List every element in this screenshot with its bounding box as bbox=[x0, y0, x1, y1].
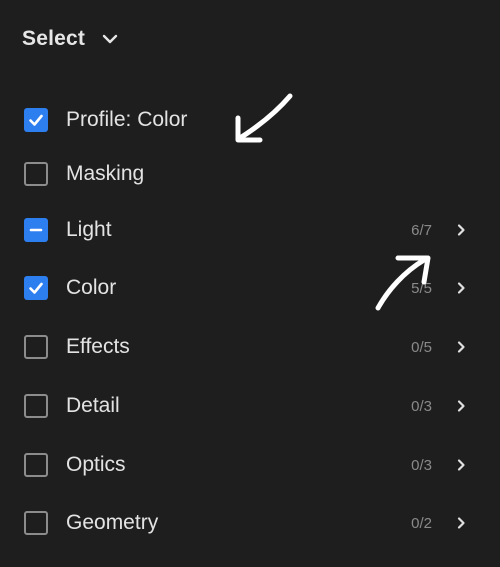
checkbox-unchecked[interactable] bbox=[24, 394, 48, 418]
chevron-right-icon[interactable] bbox=[454, 458, 468, 472]
item-label: Masking bbox=[66, 162, 145, 185]
item-label: Color bbox=[66, 276, 117, 299]
list-item-detail[interactable]: Detail 0/3 bbox=[0, 378, 500, 434]
list-item-light[interactable]: Light 6/7 bbox=[0, 202, 500, 258]
item-count: 0/5 bbox=[411, 338, 432, 356]
item-count: 0/3 bbox=[411, 397, 432, 415]
chevron-right-icon[interactable] bbox=[454, 223, 468, 237]
list-item-masking[interactable]: Masking bbox=[0, 146, 500, 202]
list-item-color[interactable]: Color 5/5 bbox=[0, 260, 500, 316]
item-count: 5/5 bbox=[411, 279, 432, 297]
checkmark-icon bbox=[29, 282, 43, 294]
chevron-right-icon[interactable] bbox=[454, 516, 468, 530]
item-label: Light bbox=[66, 218, 112, 241]
chevron-right-icon[interactable] bbox=[454, 281, 468, 295]
item-label: Geometry bbox=[66, 511, 159, 534]
checkbox-checked[interactable] bbox=[24, 108, 48, 132]
select-label: Select bbox=[22, 27, 86, 50]
list-item-effects[interactable]: Effects 0/5 bbox=[0, 319, 500, 375]
chevron-right-icon[interactable] bbox=[454, 399, 468, 413]
checkbox-checked[interactable] bbox=[24, 276, 48, 300]
list-item-geometry[interactable]: Geometry 0/2 bbox=[0, 495, 500, 551]
item-count: 6/7 bbox=[411, 221, 432, 239]
dash-icon bbox=[29, 228, 43, 232]
item-count: 0/3 bbox=[411, 456, 432, 474]
checkbox-mixed[interactable] bbox=[24, 218, 48, 242]
checkbox-unchecked[interactable] bbox=[24, 511, 48, 535]
checkbox-unchecked[interactable] bbox=[24, 335, 48, 359]
select-dropdown[interactable]: Select bbox=[22, 22, 119, 56]
item-count: 0/2 bbox=[411, 514, 432, 532]
list-item-optics[interactable]: Optics 0/3 bbox=[0, 437, 500, 493]
chevron-right-icon[interactable] bbox=[454, 340, 468, 354]
item-label: Detail bbox=[66, 394, 120, 417]
list-item-profile-color[interactable]: Profile: Color bbox=[0, 92, 500, 148]
checkmark-icon bbox=[29, 114, 43, 126]
item-label: Optics bbox=[66, 453, 126, 476]
item-label: Profile: Color bbox=[66, 108, 188, 131]
item-label: Effects bbox=[66, 335, 130, 358]
chevron-down-icon bbox=[101, 30, 119, 48]
checkbox-unchecked[interactable] bbox=[24, 453, 48, 477]
checkbox-unchecked[interactable] bbox=[24, 162, 48, 186]
